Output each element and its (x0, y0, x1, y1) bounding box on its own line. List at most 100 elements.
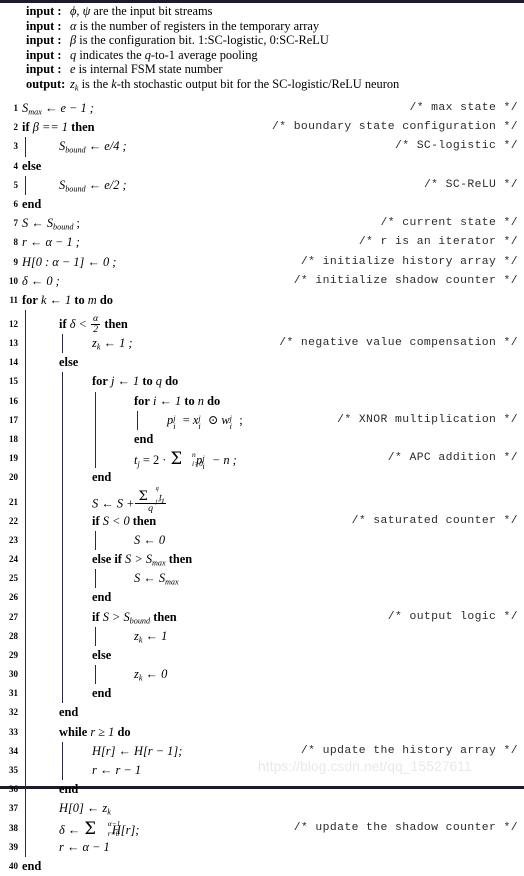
code-line-2: 2 if β == 1 then /* boundary state confi… (0, 118, 524, 137)
indent-guide (25, 549, 26, 570)
assign-arrow: ← (145, 667, 158, 682)
code-line-17: 17 pij = xij ⊙ wij ; /* XNOR multiplicat… (0, 410, 524, 431)
expr: 0 (161, 667, 168, 682)
line-number: 9 (13, 256, 19, 267)
line-number: 23 (9, 534, 18, 545)
line-content: Sbound ← e/2 ; (59, 176, 127, 195)
assign-arrow: ← (31, 216, 44, 231)
sum-upper-limit: q (155, 485, 159, 492)
line-content: S ← Smax (134, 569, 179, 588)
indent-guide (25, 780, 26, 800)
line-number: 7 (13, 218, 19, 229)
indent-guide (25, 799, 26, 819)
symbol-beta: β (70, 33, 77, 48)
indent-guide (25, 722, 26, 742)
indent-guide (95, 430, 96, 450)
loop-to: m (87, 292, 97, 307)
symbol-alpha: α (70, 18, 77, 33)
q-pre-text: indicates the (79, 47, 142, 62)
kw-to: to (142, 374, 153, 389)
indent-guide (95, 530, 96, 550)
loop-var: i (152, 393, 157, 408)
line-number: 16 (9, 395, 18, 406)
assign-arrow: ← (145, 628, 158, 643)
line-content: else (92, 646, 111, 665)
expr: 1 ; (119, 336, 133, 351)
indent-guide (62, 511, 63, 531)
input-row-e: input : e is internal FSM state number (0, 62, 524, 77)
line-number: 3 (13, 141, 19, 152)
condition: r ≥ 1 (90, 724, 115, 739)
indent-guide (62, 530, 63, 550)
expr-tail: − n ; (211, 453, 237, 468)
indent-guide (62, 487, 63, 512)
line-number: 2 (13, 122, 19, 133)
indent-guide (25, 741, 26, 761)
output-kth: -th (116, 76, 131, 91)
indent-guide (62, 626, 63, 646)
line-number: 40 (9, 860, 18, 871)
loop-from: 1 (65, 292, 72, 307)
equals: = (142, 453, 150, 468)
indent-guide (25, 334, 26, 354)
line-number: 8 (13, 237, 19, 248)
assign-arrow: ← (29, 235, 43, 250)
symbol-z-sub-k: k (74, 83, 79, 93)
indent-guide (25, 487, 26, 512)
line-comment: /* max state */ (409, 102, 518, 114)
line-content: zk ← 1 (134, 627, 167, 646)
loop-to: q (155, 374, 162, 389)
code-line-6: 6 end (0, 195, 524, 214)
kw-do: do (117, 724, 131, 739)
sub-k: k (138, 634, 143, 644)
line-number: 18 (9, 434, 18, 444)
line-content: end (92, 684, 111, 703)
loop-from: 1 (175, 393, 182, 408)
kw-else: else (22, 158, 42, 173)
assign-arrow: ← (66, 839, 80, 854)
assign-arrow: ← (86, 801, 100, 816)
line-number: 37 (9, 803, 18, 814)
history-array-head: H[0] (59, 801, 84, 816)
code-line-14: 14 else (0, 353, 524, 373)
code-line-4: 4 else (0, 157, 524, 176)
code-line-27: 27 if S > Sbound then /* output logic */ (0, 607, 524, 627)
indent-guide (25, 410, 26, 430)
kw-end: end (92, 686, 112, 701)
line-number: 35 (9, 765, 18, 775)
code-line-19: 19 tj = 2 · Σni=0i=0 pij − n ; /* APC ad… (0, 449, 524, 471)
code-line-1: 1 Smax ← e − 1 ; /* max state */ (0, 99, 524, 118)
input-text-3: average pooling (178, 47, 258, 62)
line-number: 14 (9, 357, 18, 368)
line-content: zk ← 1 ; (92, 334, 133, 353)
indent-guide (62, 684, 63, 704)
indent-guide (62, 569, 63, 589)
semicolon: ; (73, 216, 80, 231)
indent-guide (95, 449, 96, 469)
line-comment: /* output logic */ (387, 610, 518, 623)
line-content: H[0 : α − 1] ← 0 ; (22, 253, 116, 272)
assign-arrow: ← (99, 763, 113, 777)
assign-arrow: ← (67, 822, 81, 837)
kw-if: if (22, 120, 30, 135)
indent-guide (25, 626, 26, 646)
kw-for: for (92, 374, 108, 389)
indent-guide (95, 569, 96, 589)
indent-guide (62, 334, 63, 354)
line-content: S ← 0 (134, 531, 165, 550)
kw-then: then (71, 120, 95, 135)
indent-guide (25, 607, 26, 627)
indent-guide (25, 684, 26, 704)
line-content: if β == 1 then (22, 118, 95, 137)
indent-guide (25, 449, 26, 469)
sub-max: max (28, 107, 42, 117)
sub-j: j (137, 459, 140, 469)
indent-guide (25, 588, 26, 608)
indent-guide (62, 549, 63, 570)
watermark: https://blog.csdn.net/qq_15527611 (258, 758, 472, 774)
kw-end: end (59, 705, 79, 720)
indent-guide (25, 703, 26, 723)
line-number: 26 (9, 592, 18, 603)
line-number: 31 (9, 688, 18, 699)
xnor-operator: ⊙ (207, 412, 219, 427)
